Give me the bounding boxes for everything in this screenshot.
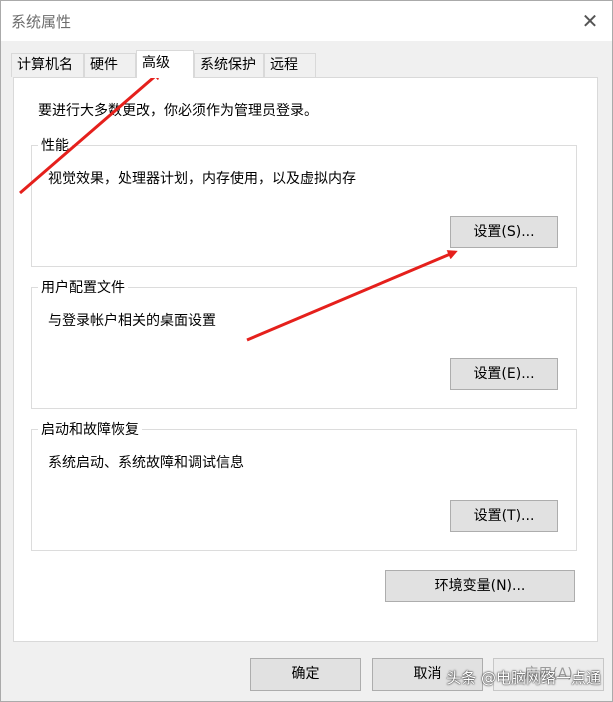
performance-group-label: 性能 [38, 135, 72, 155]
watermark-text: 头条 @电脑网络一点通 [446, 669, 601, 687]
tab-system-protection[interactable]: 系统保护 [194, 53, 264, 77]
performance-settings-button[interactable]: 设置(S)... [450, 216, 558, 248]
system-properties-window: 系统属性 ✕ 计算机名 硬件 高级 系统保护 远程 要进行大多数更改，你必须作为… [0, 0, 613, 702]
tab-hardware[interactable]: 硬件 [84, 53, 136, 77]
user-profiles-group: 用户配置文件 与登录帐户相关的桌面设置 设置(E)... [31, 277, 577, 409]
startup-recovery-settings-button[interactable]: 设置(T)... [450, 500, 558, 532]
performance-description: 视觉效果，处理器计划，内存使用，以及虚拟内存 [48, 171, 356, 187]
user-profiles-group-label: 用户配置文件 [38, 277, 128, 297]
ok-button[interactable]: 确定 [250, 658, 361, 691]
title-bar: 系统属性 ✕ [1, 1, 612, 41]
user-profiles-settings-button[interactable]: 设置(E)... [450, 358, 558, 390]
user-profiles-description: 与登录帐户相关的桌面设置 [48, 313, 216, 329]
performance-group: 性能 视觉效果，处理器计划，内存使用，以及虚拟内存 设置(S)... [31, 135, 577, 267]
admin-note: 要进行大多数更改，你必须作为管理员登录。 [38, 103, 318, 119]
startup-recovery-description: 系统启动、系统故障和调试信息 [48, 455, 244, 471]
startup-recovery-group: 启动和故障恢复 系统启动、系统故障和调试信息 设置(T)... [31, 419, 577, 551]
close-icon[interactable]: ✕ [576, 7, 604, 35]
environment-variables-button[interactable]: 环境变量(N)... [385, 570, 575, 602]
tab-advanced[interactable]: 高级 [136, 50, 194, 78]
advanced-tab-panel: 要进行大多数更改，你必须作为管理员登录。 性能 视觉效果，处理器计划，内存使用，… [13, 77, 598, 642]
window-title: 系统属性 [11, 13, 72, 31]
tab-remote[interactable]: 远程 [264, 53, 316, 77]
tab-computer-name[interactable]: 计算机名 [11, 53, 84, 77]
startup-recovery-group-label: 启动和故障恢复 [38, 419, 142, 439]
